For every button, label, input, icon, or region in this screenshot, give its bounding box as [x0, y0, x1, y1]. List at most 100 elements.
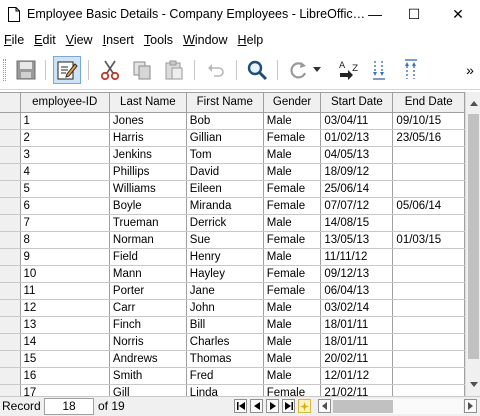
table-cell[interactable]: Finch — [109, 316, 187, 334]
table-row[interactable]: 6 Boyle Miranda Female 07/07/12 05/06/14 — [0, 197, 465, 215]
table-cell[interactable]: 17 — [20, 384, 110, 396]
table-cell[interactable]: 25/06/14 — [320, 180, 394, 198]
table-cell[interactable]: Thomas — [186, 350, 264, 368]
table-row[interactable]: 4 Phillips David Male 18/09/12 — [0, 163, 465, 181]
table-cell[interactable]: 01/02/13 — [320, 129, 394, 147]
table-cell[interactable]: 03/02/14 — [320, 299, 394, 317]
table-cell[interactable]: Male — [263, 163, 322, 181]
sort-icon[interactable]: AZ — [336, 56, 364, 84]
table-cell[interactable]: Mann — [109, 265, 187, 283]
toolbar-overflow-button[interactable]: » — [462, 56, 478, 84]
table-cell[interactable] — [392, 299, 465, 317]
scroll-up-arrow[interactable] — [466, 96, 480, 110]
table-cell[interactable]: Williams — [109, 180, 187, 198]
next-record-button[interactable] — [266, 399, 279, 413]
table-row[interactable]: 9 Field Henry Male 11/11/12 — [0, 248, 465, 266]
record-number-field[interactable]: 18 — [44, 398, 94, 415]
table-cell[interactable]: 3 — [20, 146, 110, 164]
table-cell[interactable]: Jones — [109, 112, 187, 130]
sort-descending-icon[interactable] — [400, 56, 428, 84]
row-handle[interactable] — [0, 248, 21, 266]
table-cell[interactable]: Trueman — [109, 214, 187, 232]
row-handle[interactable] — [0, 299, 21, 317]
scroll-right-arrow[interactable] — [464, 399, 477, 413]
row-handle[interactable] — [0, 333, 21, 351]
row-handle[interactable] — [0, 384, 21, 396]
table-cell[interactable]: 12/01/12 — [320, 367, 394, 385]
table-cell[interactable]: 11/11/12 — [320, 248, 394, 266]
row-handle[interactable] — [0, 316, 21, 334]
close-button[interactable]: ✕ — [448, 4, 468, 24]
vertical-scrollbar[interactable] — [465, 92, 480, 396]
table-row[interactable]: 1 Jones Bob Male 03/04/11 09/10/15 — [0, 112, 465, 130]
table-cell[interactable] — [392, 163, 465, 181]
table-cell[interactable]: Porter — [109, 282, 187, 300]
table-cell[interactable]: David — [186, 163, 264, 181]
table-cell[interactable]: Male — [263, 316, 322, 334]
table-cell[interactable]: 23/05/16 — [392, 129, 465, 147]
table-cell[interactable]: 13/05/13 — [320, 231, 394, 249]
table-cell[interactable]: 18/01/11 — [320, 316, 394, 334]
table-cell[interactable] — [392, 367, 465, 385]
table-cell[interactable]: 05/06/14 — [392, 197, 465, 215]
table-cell[interactable]: Female — [263, 129, 322, 147]
table-cell[interactable]: Smith — [109, 367, 187, 385]
column-header[interactable]: Gender — [263, 93, 322, 113]
first-record-button[interactable] — [234, 399, 247, 413]
menu-file[interactable]: File — [4, 33, 24, 47]
table-cell[interactable] — [392, 350, 465, 368]
scroll-thumb[interactable] — [468, 114, 479, 359]
refresh-icon[interactable] — [284, 56, 312, 84]
table-cell[interactable]: 06/04/13 — [320, 282, 394, 300]
table-cell[interactable] — [392, 248, 465, 266]
row-handle[interactable] — [0, 163, 21, 181]
table-cell[interactable]: 03/04/11 — [320, 112, 394, 130]
row-handle[interactable] — [0, 214, 21, 232]
paste-icon[interactable] — [160, 56, 188, 84]
table-row[interactable]: 5 Williams Eileen Female 25/06/14 — [0, 180, 465, 198]
scroll-down-arrow[interactable] — [466, 377, 480, 391]
table-cell[interactable]: 07/07/12 — [320, 197, 394, 215]
table-cell[interactable]: Female — [263, 197, 322, 215]
table-cell[interactable]: 5 — [20, 180, 110, 198]
row-handle[interactable] — [0, 197, 21, 215]
table-cell[interactable]: 18/09/12 — [320, 163, 394, 181]
table-cell[interactable]: Harris — [109, 129, 187, 147]
menu-window[interactable]: Window — [183, 33, 227, 47]
table-cell[interactable]: John — [186, 299, 264, 317]
table-cell[interactable]: 01/03/15 — [392, 231, 465, 249]
table-cell[interactable]: Sue — [186, 231, 264, 249]
table-cell[interactable]: 4 — [20, 163, 110, 181]
horizontal-scrollbar[interactable] — [333, 399, 463, 414]
row-handle[interactable] — [0, 112, 21, 130]
column-header[interactable]: employee-ID — [20, 93, 110, 113]
menu-view[interactable]: View — [66, 33, 93, 47]
table-cell[interactable] — [392, 282, 465, 300]
table-cell[interactable]: Female — [263, 180, 322, 198]
new-record-button[interactable] — [298, 399, 311, 413]
find-icon[interactable] — [243, 56, 271, 84]
row-handle[interactable] — [0, 367, 21, 385]
table-cell[interactable]: 1 — [20, 112, 110, 130]
row-handle[interactable] — [0, 129, 21, 147]
table-cell[interactable]: Carr — [109, 299, 187, 317]
table-cell[interactable]: Male — [263, 248, 322, 266]
table-cell[interactable]: 2 — [20, 129, 110, 147]
row-handle[interactable] — [0, 350, 21, 368]
row-handle[interactable] — [0, 231, 21, 249]
table-cell[interactable]: Norman — [109, 231, 187, 249]
row-handle[interactable] — [0, 282, 21, 300]
table-cell[interactable]: 6 — [20, 197, 110, 215]
table-cell[interactable]: 12 — [20, 299, 110, 317]
table-row[interactable]: 3 Jenkins Tom Male 04/05/13 — [0, 146, 465, 164]
table-cell[interactable]: 10 — [20, 265, 110, 283]
table-cell[interactable]: 14 — [20, 333, 110, 351]
table-row[interactable]: 15 Andrews Thomas Male 20/02/11 — [0, 350, 465, 368]
table-cell[interactable]: 21/02/11 — [320, 384, 394, 396]
table-cell[interactable]: Female — [263, 265, 322, 283]
column-header[interactable]: First Name — [186, 93, 264, 113]
table-cell[interactable]: 8 — [20, 231, 110, 249]
table-cell[interactable]: Male — [263, 146, 322, 164]
table-cell[interactable] — [392, 316, 465, 334]
table-cell[interactable]: Eileen — [186, 180, 264, 198]
